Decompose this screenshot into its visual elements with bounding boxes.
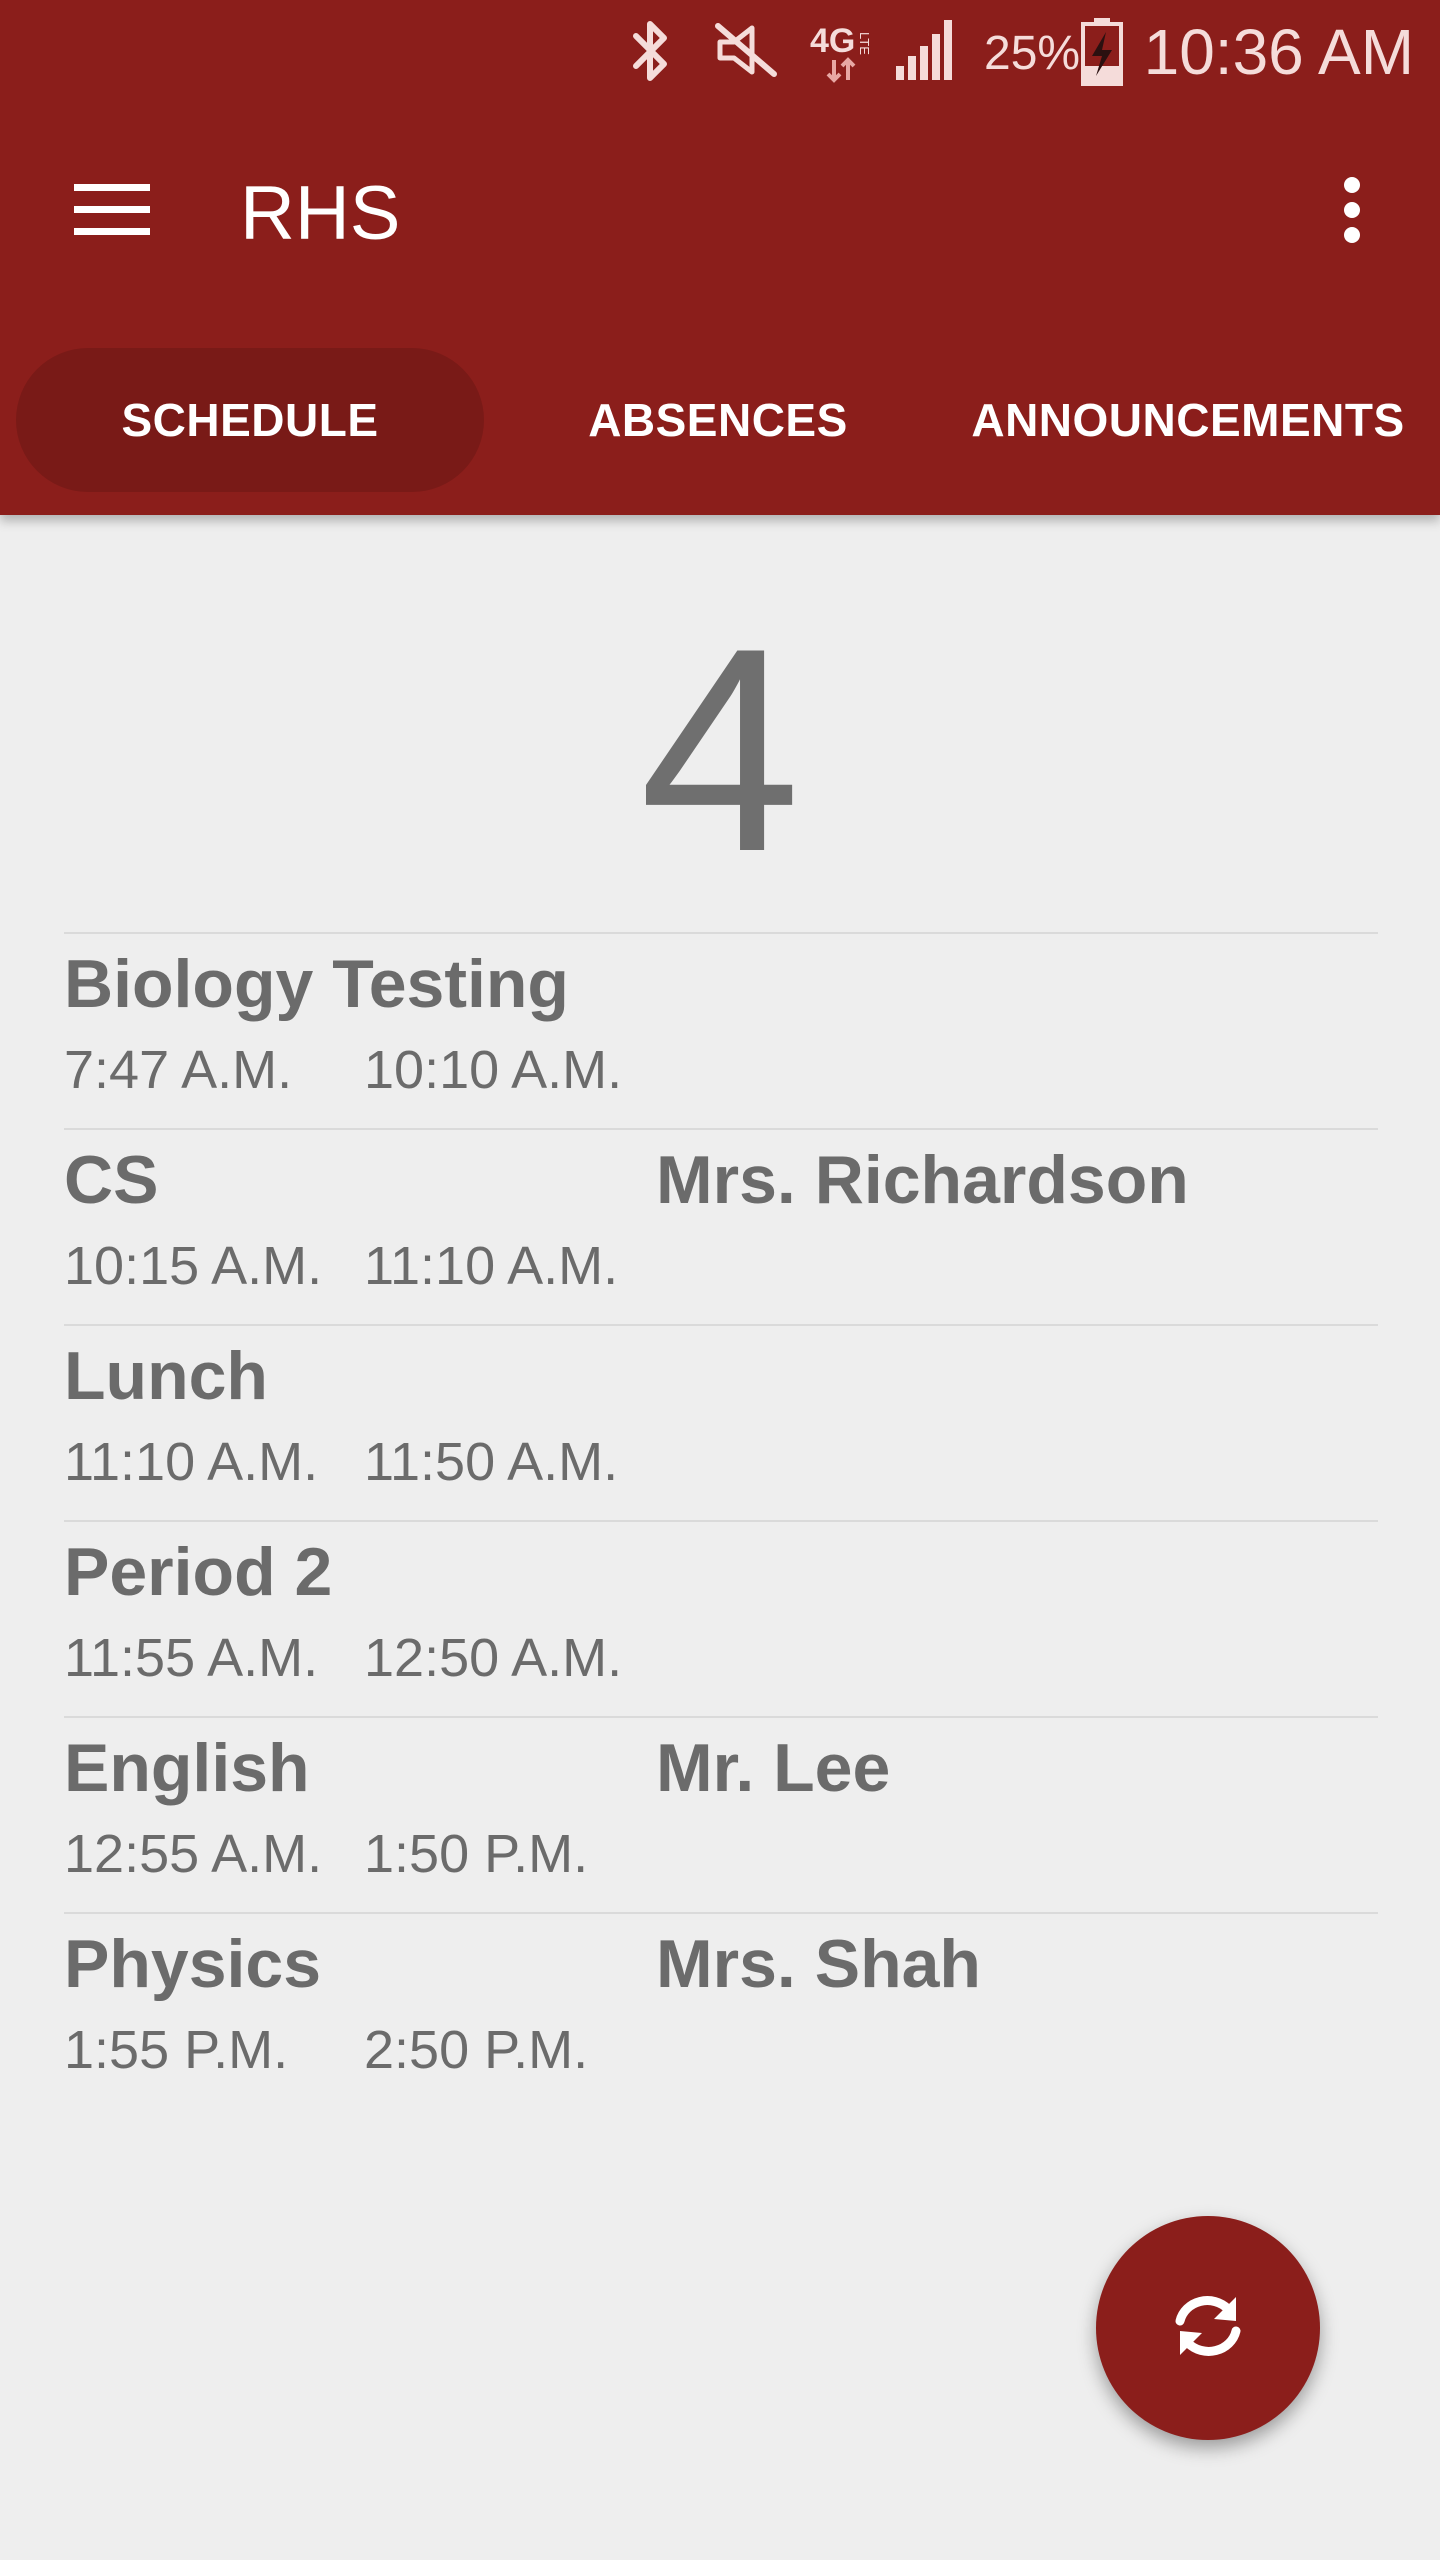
overflow-menu-button[interactable]	[1312, 164, 1392, 260]
class-name: English	[64, 1730, 310, 1806]
end-time: 11:50 A.M.	[364, 1432, 619, 1492]
teacher-name: Mrs. Richardson	[656, 1142, 1189, 1218]
svg-text:LTE: LTE	[857, 32, 872, 55]
teacher-name: Mr. Lee	[656, 1730, 891, 1806]
tab-label: SCHEDULE	[121, 394, 379, 446]
tab-label: ABSENCES	[588, 394, 848, 446]
bluetooth-icon	[626, 18, 676, 89]
schedule-row[interactable]: Physics Mrs. Shah 1:55 P.M. 2:50 P.M.	[64, 1912, 1378, 2108]
refresh-icon	[1166, 2291, 1250, 2366]
schedule-row[interactable]: Biology Testing 7:47 A.M. 10:10 A.M.	[64, 932, 1378, 1128]
end-time: 1:50 P.M.	[364, 1824, 589, 1884]
end-time: 2:50 P.M.	[364, 2020, 589, 2080]
start-time: 7:47 A.M.	[64, 1040, 293, 1100]
day-number: 4	[639, 588, 801, 912]
refresh-button[interactable]	[1096, 2216, 1320, 2440]
status-bar: 4G LTE 25% 10:36 AM	[0, 0, 1440, 100]
status-clock: 10:36 AM	[1143, 16, 1414, 88]
tab-absences[interactable]: ABSENCES	[484, 348, 952, 492]
schedule-row[interactable]: English Mr. Lee 12:55 A.M. 1:50 P.M.	[64, 1716, 1378, 1912]
tab-label: ANNOUNCEMENTS	[971, 394, 1405, 446]
tab-schedule[interactable]: SCHEDULE	[16, 348, 484, 492]
menu-button[interactable]	[52, 156, 172, 268]
teacher-name: Mrs. Shah	[656, 1926, 981, 2002]
start-time: 1:55 P.M.	[64, 2020, 289, 2080]
end-time: 12:50 A.M.	[364, 1628, 623, 1688]
network-4g-lte-icon: 4G LTE	[808, 16, 888, 91]
signal-icon	[894, 18, 960, 87]
end-time: 10:10 A.M.	[364, 1040, 623, 1100]
schedule-row[interactable]: Period 2 11:55 A.M. 12:50 A.M.	[64, 1520, 1378, 1716]
class-name: CS	[64, 1142, 159, 1218]
class-name: Period 2	[64, 1534, 333, 1610]
battery-charging-icon	[1080, 16, 1124, 91]
start-time: 12:55 A.M.	[64, 1824, 323, 1884]
app-title: RHS	[240, 171, 401, 256]
mute-icon	[712, 20, 782, 85]
more-vert-icon	[1342, 176, 1362, 248]
start-time: 11:10 A.M.	[64, 1432, 319, 1492]
battery-percent: 25%	[984, 27, 1081, 80]
tab-announcements[interactable]: ANNOUNCEMENTS	[952, 348, 1424, 492]
tab-bar: SCHEDULE ABSENCES ANNOUNCEMENTS	[0, 340, 1440, 500]
schedule-list: Biology Testing 7:47 A.M. 10:10 A.M. CS …	[64, 932, 1378, 2108]
toolbar: RHS	[0, 100, 1440, 324]
start-time: 11:55 A.M.	[64, 1628, 319, 1688]
start-time: 10:15 A.M.	[64, 1236, 323, 1296]
class-name: Physics	[64, 1926, 322, 2002]
schedule-row[interactable]: CS Mrs. Richardson 10:15 A.M. 11:10 A.M.	[64, 1128, 1378, 1324]
schedule-row[interactable]: Lunch 11:10 A.M. 11:50 A.M.	[64, 1324, 1378, 1520]
class-name: Lunch	[64, 1338, 268, 1414]
menu-icon	[74, 182, 150, 243]
app-bar: 4G LTE 25% 10:36 AM RHS SCHEDULE ABSENCE…	[0, 0, 1440, 515]
class-name: Biology Testing	[64, 946, 569, 1022]
svg-text:4G: 4G	[810, 22, 855, 60]
end-time: 11:10 A.M.	[364, 1236, 619, 1296]
